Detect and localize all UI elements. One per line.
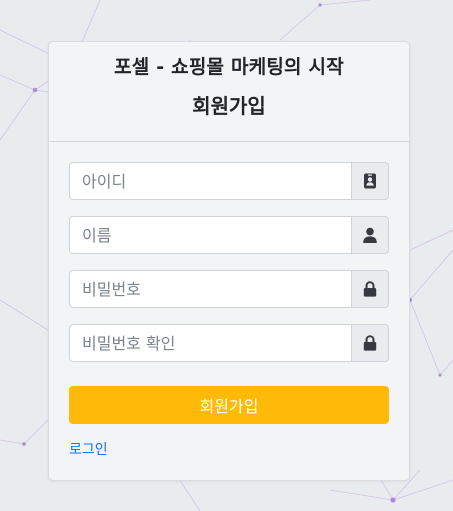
- name-group: [69, 216, 389, 254]
- lock-icon: [351, 324, 389, 362]
- signup-form: 회원가입: [69, 162, 389, 424]
- password-confirm-input[interactable]: [69, 324, 351, 362]
- username-input[interactable]: [69, 162, 351, 200]
- signup-submit-button[interactable]: 회원가입: [69, 386, 389, 424]
- lock-icon: [351, 270, 389, 308]
- signup-card: 포셀 - 쇼핑몰 마케팅의 시작 회원가입 아이디 이름 회원가입 로그인: [48, 41, 410, 481]
- password-group: [69, 270, 389, 308]
- username-group: [69, 162, 389, 200]
- password-confirm-group: [69, 324, 389, 362]
- name-input[interactable]: [69, 216, 351, 254]
- brand-title: 포셀 - 쇼핑몰 마케팅의 시작: [114, 56, 344, 78]
- page-title: 회원가입: [192, 94, 266, 118]
- user-icon: [351, 216, 389, 254]
- login-link[interactable]: 로그인: [69, 439, 108, 459]
- password-input[interactable]: [69, 270, 351, 308]
- card-header: 포셀 - 쇼핑몰 마케팅의 시작 회원가입: [49, 42, 409, 142]
- id-badge-icon: [351, 162, 389, 200]
